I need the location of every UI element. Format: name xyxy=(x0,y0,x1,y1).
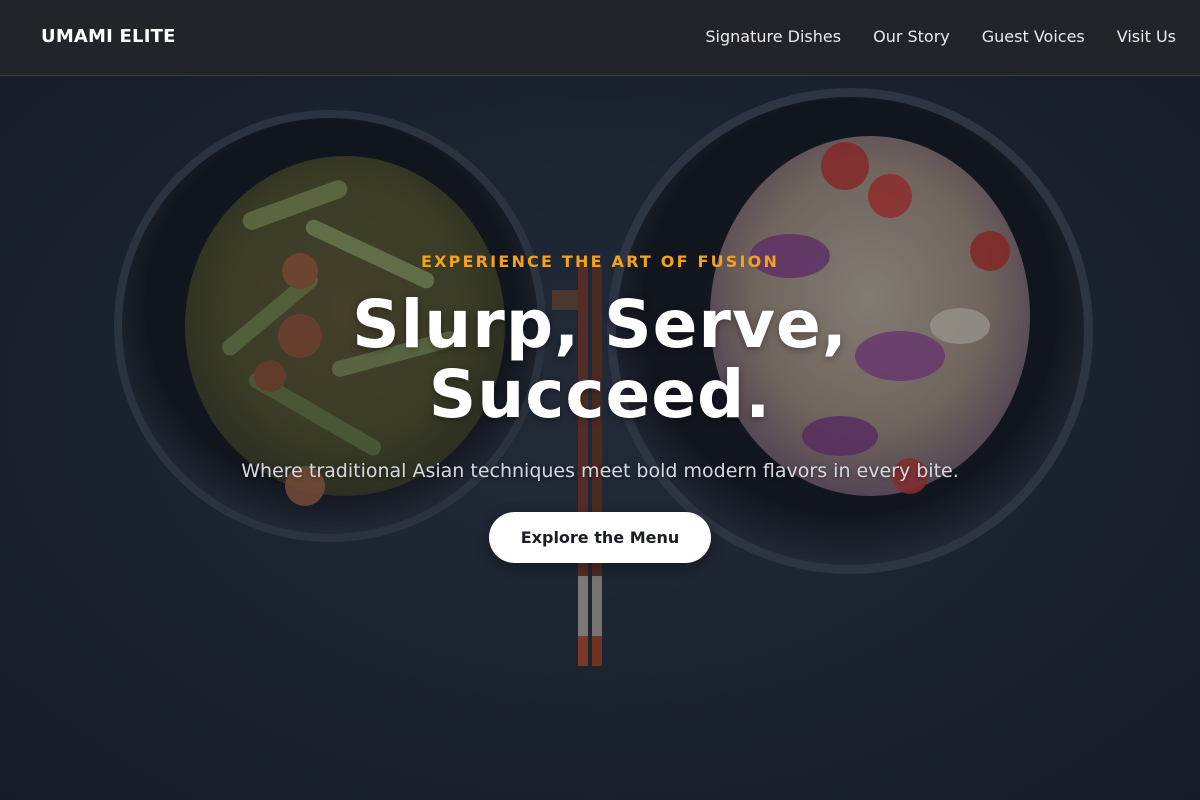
brand-logo[interactable]: UMAMI ELITE xyxy=(41,26,176,48)
hero-eyebrow: EXPERIENCE THE ART OF FUSION xyxy=(420,252,780,271)
main-nav: Signature Dishes Our Story Guest Voices … xyxy=(705,26,1176,48)
nav-link-our-story[interactable]: Our Story xyxy=(873,26,950,48)
top-navbar: UMAMI ELITE Signature Dishes Our Story G… xyxy=(0,0,1200,76)
nav-link-visit-us[interactable]: Visit Us xyxy=(1117,26,1176,48)
hero-content: EXPERIENCE THE ART OF FUSION Slurp, Serv… xyxy=(0,76,1200,800)
hero-headline: Slurp, Serve, Succeed. xyxy=(352,286,848,433)
hero-section: EXPERIENCE THE ART OF FUSION Slurp, Serv… xyxy=(0,76,1200,800)
hero-subtitle: Where traditional Asian techniques meet … xyxy=(241,460,959,482)
nav-link-signature-dishes[interactable]: Signature Dishes xyxy=(705,26,841,48)
explore-menu-button[interactable]: Explore the Menu xyxy=(489,512,711,563)
nav-link-guest-voices[interactable]: Guest Voices xyxy=(982,26,1085,48)
